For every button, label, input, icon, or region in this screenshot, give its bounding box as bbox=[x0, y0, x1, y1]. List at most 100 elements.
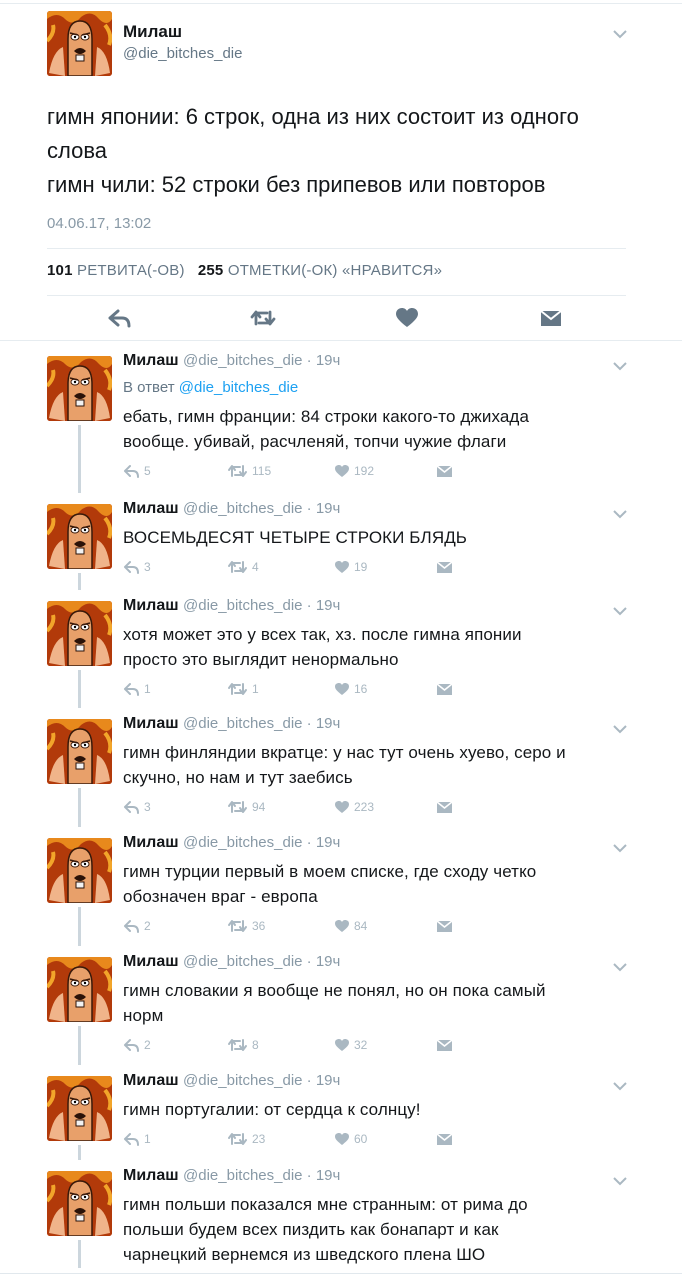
like-action[interactable]: 84 bbox=[334, 918, 367, 934]
tweet-time[interactable]: 19ч bbox=[316, 1072, 341, 1089]
tweet-timestamp[interactable]: 04.06.17, 13:02 bbox=[47, 215, 151, 232]
chevron-down-icon[interactable] bbox=[612, 1175, 628, 1187]
author-handle[interactable]: @die_bitches_die bbox=[183, 500, 302, 517]
avatar[interactable] bbox=[47, 719, 112, 784]
dm-action[interactable] bbox=[436, 918, 453, 934]
tweet-text-line: гимн турции первый в моем списке, где сх… bbox=[123, 862, 537, 881]
like-action[interactable]: 60 bbox=[334, 1131, 367, 1147]
reply-action[interactable]: 1 bbox=[123, 1131, 151, 1147]
author-name[interactable]: Милаш bbox=[123, 715, 179, 732]
dm-envelope-icon[interactable] bbox=[538, 306, 564, 330]
chevron-down-icon[interactable] bbox=[612, 28, 628, 40]
author-name[interactable]: Милаш bbox=[123, 597, 179, 614]
author-name[interactable]: Милаш bbox=[123, 1072, 179, 1089]
author-handle[interactable]: @die_bitches_die bbox=[183, 1072, 302, 1089]
author-name[interactable]: Милаш bbox=[123, 22, 182, 42]
reply-action[interactable]: 3 bbox=[123, 799, 151, 815]
tweet-time[interactable]: 19ч bbox=[316, 352, 341, 369]
reply-header: Милаш @die_bitches_die · 19ч bbox=[123, 953, 340, 971]
reply-action-count: 3 bbox=[144, 799, 151, 814]
author-handle[interactable]: @die_bitches_die bbox=[183, 715, 302, 732]
divider bbox=[47, 248, 626, 249]
like-action[interactable]: 192 bbox=[334, 463, 374, 479]
tweet-time[interactable]: 19ч bbox=[316, 953, 341, 970]
chevron-down-icon[interactable] bbox=[612, 1080, 628, 1092]
author-name[interactable]: Милаш bbox=[123, 953, 179, 970]
avatar[interactable] bbox=[47, 504, 112, 569]
like-count[interactable]: 255 bbox=[198, 262, 224, 279]
avatar[interactable] bbox=[47, 957, 112, 1022]
retweet-action[interactable]: 23 bbox=[227, 1131, 265, 1147]
author-handle[interactable]: @die_bitches_die bbox=[123, 45, 242, 62]
retweet-label[interactable]: РЕТВИТА(-ОВ) bbox=[77, 262, 185, 279]
tweet-time[interactable]: 19ч bbox=[316, 715, 341, 732]
heart-icon[interactable] bbox=[394, 306, 420, 330]
heart-icon bbox=[334, 799, 350, 814]
author-name[interactable]: Милаш bbox=[123, 500, 179, 517]
reply-header: Милаш @die_bitches_die · 19ч bbox=[123, 597, 340, 615]
reply-action[interactable]: 5 bbox=[123, 463, 151, 479]
thread-line bbox=[78, 907, 81, 946]
reply-to-handle[interactable]: @die_bitches_die bbox=[179, 379, 298, 396]
avatar[interactable] bbox=[47, 1076, 112, 1141]
tweet-time[interactable]: 19ч bbox=[316, 597, 341, 614]
reply-action[interactable]: 2 bbox=[123, 1037, 151, 1053]
author-name[interactable]: Милаш bbox=[123, 352, 179, 369]
dm-action[interactable] bbox=[436, 1037, 453, 1053]
tweet-time[interactable]: 19ч bbox=[316, 1167, 341, 1184]
author-handle[interactable]: @die_bitches_die bbox=[183, 834, 302, 851]
chevron-down-icon[interactable] bbox=[612, 961, 628, 973]
like-label[interactable]: ОТМЕТКИ(-ОК) «НРАВИТСЯ» bbox=[228, 262, 442, 279]
dm-action[interactable] bbox=[436, 681, 453, 697]
separator-dot: · bbox=[302, 597, 316, 614]
reply-action[interactable]: 2 bbox=[123, 918, 151, 934]
avatar[interactable] bbox=[47, 601, 112, 666]
like-action-count: 16 bbox=[354, 681, 368, 696]
retweet-action[interactable]: 1 bbox=[227, 681, 259, 697]
reply-action-count: 1 bbox=[144, 681, 151, 696]
chevron-down-icon[interactable] bbox=[612, 723, 628, 735]
chevron-down-icon[interactable] bbox=[612, 605, 628, 617]
dm-action[interactable] bbox=[436, 799, 453, 815]
avatar[interactable] bbox=[47, 356, 112, 421]
retweet-action-count: 23 bbox=[252, 1131, 266, 1146]
author-handle[interactable]: @die_bitches_die bbox=[183, 953, 302, 970]
tweet-stats: 101 РЕТВИТА(-ОВ) 255 ОТМЕТКИ(-ОК) «НРАВИ… bbox=[47, 262, 442, 279]
author-name[interactable]: Милаш bbox=[123, 1167, 179, 1184]
avatar[interactable] bbox=[47, 838, 112, 903]
like-action[interactable]: 223 bbox=[334, 799, 374, 815]
separator-dot: · bbox=[302, 352, 316, 369]
tweet-text: ВОСЕМЬДЕСЯТ ЧЕТЫРЕ СТРОКИ БЛЯДЬ bbox=[123, 525, 623, 550]
reply-icon bbox=[123, 1037, 140, 1053]
dm-action[interactable] bbox=[436, 559, 453, 575]
tweet-time[interactable]: 19ч bbox=[316, 500, 341, 517]
top-divider bbox=[0, 3, 682, 4]
author-handle[interactable]: @die_bitches_die bbox=[183, 352, 302, 369]
reply-action[interactable]: 1 bbox=[123, 681, 151, 697]
retweet-action[interactable]: 4 bbox=[227, 559, 259, 575]
chevron-down-icon[interactable] bbox=[612, 508, 628, 520]
chevron-down-icon[interactable] bbox=[612, 842, 628, 854]
avatar[interactable] bbox=[47, 11, 112, 76]
author-handle[interactable]: @die_bitches_die bbox=[183, 1167, 302, 1184]
like-action[interactable]: 16 bbox=[334, 681, 367, 697]
avatar[interactable] bbox=[47, 1171, 112, 1236]
retweet-action[interactable]: 36 bbox=[227, 918, 265, 934]
reply-action[interactable]: 3 bbox=[123, 559, 151, 575]
author-handle[interactable]: @die_bitches_die bbox=[183, 597, 302, 614]
retweet-action[interactable]: 8 bbox=[227, 1037, 259, 1053]
tweet-time[interactable]: 19ч bbox=[316, 834, 341, 851]
dm-action[interactable] bbox=[436, 463, 453, 479]
reply-icon[interactable] bbox=[107, 306, 133, 330]
retweet-action[interactable]: 115 bbox=[227, 463, 271, 479]
reply-to-label: В ответ bbox=[123, 379, 175, 396]
retweet-action[interactable]: 94 bbox=[227, 799, 265, 815]
dm-action[interactable] bbox=[436, 1131, 453, 1147]
like-action[interactable]: 32 bbox=[334, 1037, 367, 1053]
author-name[interactable]: Милаш bbox=[123, 834, 179, 851]
like-action[interactable]: 19 bbox=[334, 559, 367, 575]
retweet-icon bbox=[227, 1131, 248, 1146]
retweet-count[interactable]: 101 bbox=[47, 262, 73, 279]
retweet-icon[interactable] bbox=[250, 306, 276, 330]
chevron-down-icon[interactable] bbox=[612, 360, 628, 372]
